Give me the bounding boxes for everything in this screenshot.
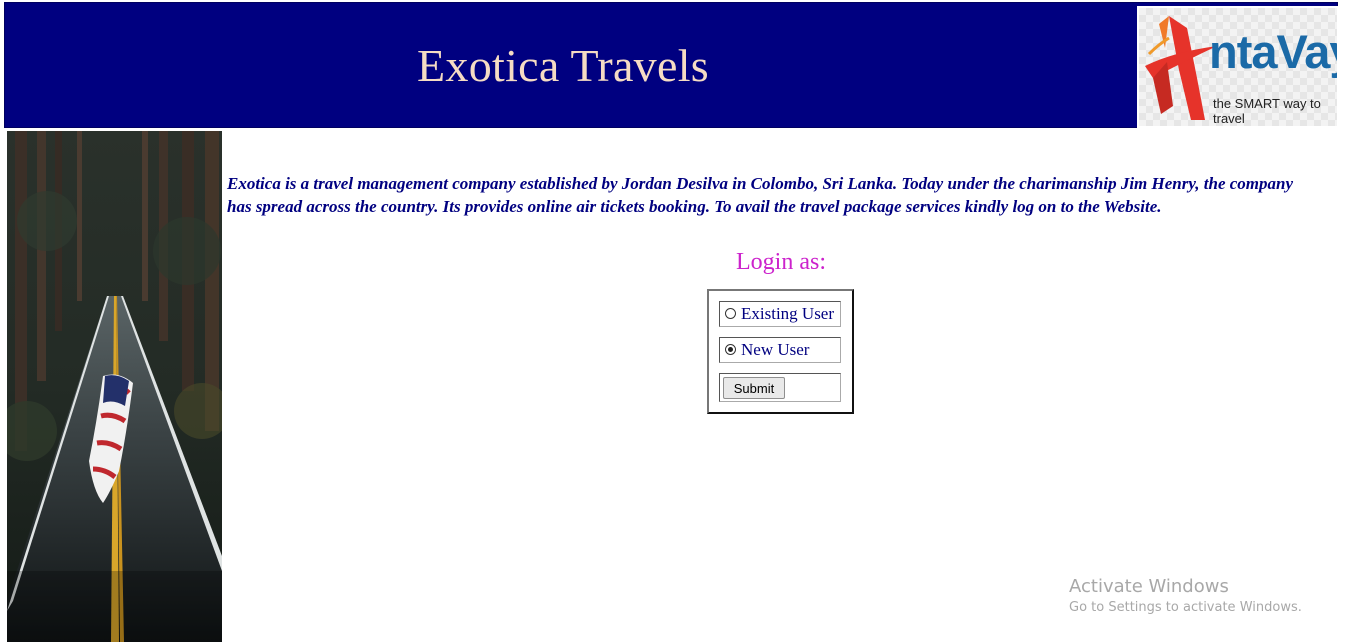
existing-user-label: Existing User (741, 304, 835, 323)
logo-brand: ntaVaya (1209, 25, 1337, 78)
logo-tagline: the SMART way to travel (1213, 96, 1321, 126)
new-user-option[interactable]: New User (719, 337, 841, 363)
new-user-label: New User (741, 340, 810, 359)
submit-button[interactable]: Submit (723, 377, 785, 399)
road-flag-photo (7, 131, 222, 642)
page: Exotica Travels ntaVaya the SMART way to… (0, 0, 1345, 642)
intro-paragraph: Exotica is a travel management company e… (227, 174, 1294, 216)
site-title: Exotica Travels (417, 40, 709, 91)
header-banner: Exotica Travels ntaVaya the SMART way to… (4, 2, 1339, 128)
login-heading: Login as: (736, 249, 826, 275)
activate-windows-watermark: Activate Windows Go to Settings to activ… (1069, 576, 1302, 618)
watermark-title: Activate Windows (1069, 576, 1229, 597)
antavaya-logo: ntaVaya the SMART way to travel (1137, 6, 1339, 128)
login-form: Existing User New User Submit (707, 289, 854, 414)
existing-user-option[interactable]: Existing User (719, 301, 841, 327)
star-swoosh-icon (1145, 16, 1217, 120)
new-user-radio[interactable] (725, 344, 736, 355)
existing-user-radio[interactable] (725, 308, 736, 319)
watermark-subtitle: Go to Settings to activate Windows. (1069, 600, 1302, 615)
submit-cell: Submit (719, 373, 841, 402)
